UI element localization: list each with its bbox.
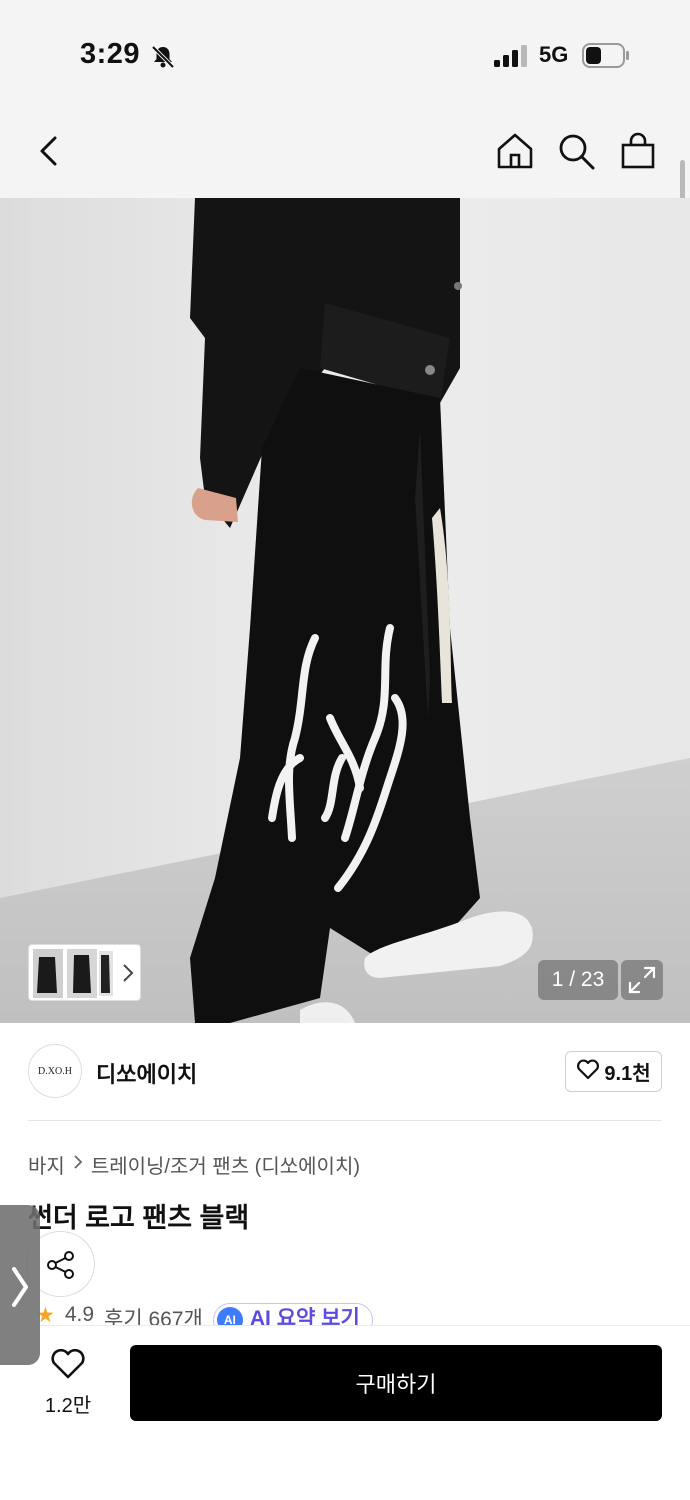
review-count[interactable]: 후기 667개: [104, 1303, 203, 1325]
buy-button[interactable]: 구매하기: [130, 1345, 662, 1421]
image-counter: 1 / 23: [538, 960, 618, 1000]
product-image-gallery[interactable]: [0, 198, 690, 1023]
breadcrumb: 바지 트레이닝/조거 팬츠 (디쏘에이치): [28, 1150, 360, 1179]
breadcrumb-subcategory[interactable]: 트레이닝/조거 팬츠 (디쏘에이치): [91, 1150, 360, 1179]
product-photo: [0, 198, 690, 1023]
expand-icon[interactable]: [621, 960, 663, 1000]
brand-like-count: 9.1천: [604, 1063, 651, 1085]
battery-icon: [582, 43, 630, 68]
status-bar: 3:29 5G: [0, 0, 690, 110]
ai-badge-icon: AI: [216, 1307, 243, 1325]
side-panel-toggle[interactable]: [0, 1205, 40, 1365]
brand-logo-text: D.XO.H: [38, 1065, 72, 1077]
brand-name[interactable]: 디쏘에이치: [96, 1057, 197, 1089]
product-title: 썬더 로고 팬츠 블랙: [28, 1203, 250, 1233]
bell-slash-icon: [150, 44, 176, 70]
divider: [28, 1120, 662, 1121]
thumbnail-strip[interactable]: [28, 944, 141, 1001]
share-icon: [45, 1249, 77, 1286]
breadcrumb-category[interactable]: 바지: [28, 1150, 65, 1179]
back-icon[interactable]: [30, 131, 70, 171]
brand-logo[interactable]: D.XO.H: [28, 1044, 82, 1098]
ai-summary-label: AI 요약 보기: [249, 1307, 360, 1325]
heart-icon: [576, 1058, 600, 1086]
chevron-right-icon: [121, 962, 135, 989]
network-label: 5G: [539, 42, 569, 67]
search-icon[interactable]: [556, 131, 596, 171]
wishlist-count: 1.2만: [44, 1395, 92, 1417]
chevron-right-icon: [8, 1265, 32, 1314]
ai-summary-button[interactable]: AI AI 요약 보기: [212, 1303, 373, 1325]
chevron-right-icon: [73, 1153, 83, 1176]
top-nav: [0, 110, 690, 198]
status-time: 3:29: [80, 38, 141, 70]
shopping-bag-icon[interactable]: [618, 131, 658, 171]
heart-icon: [50, 1348, 86, 1384]
rating-row: ★ 4.9 후기 667개 AI AI 요약 보기: [36, 1303, 373, 1325]
rating-value: 4.9: [64, 1303, 95, 1325]
home-icon[interactable]: [495, 131, 535, 171]
hero-anchor: [0, 198, 1, 199]
signal-icon: [494, 44, 528, 68]
wishlist-button[interactable]: 1.2만: [40, 1348, 96, 1418]
brand-like-button[interactable]: 9.1천: [565, 1051, 662, 1092]
